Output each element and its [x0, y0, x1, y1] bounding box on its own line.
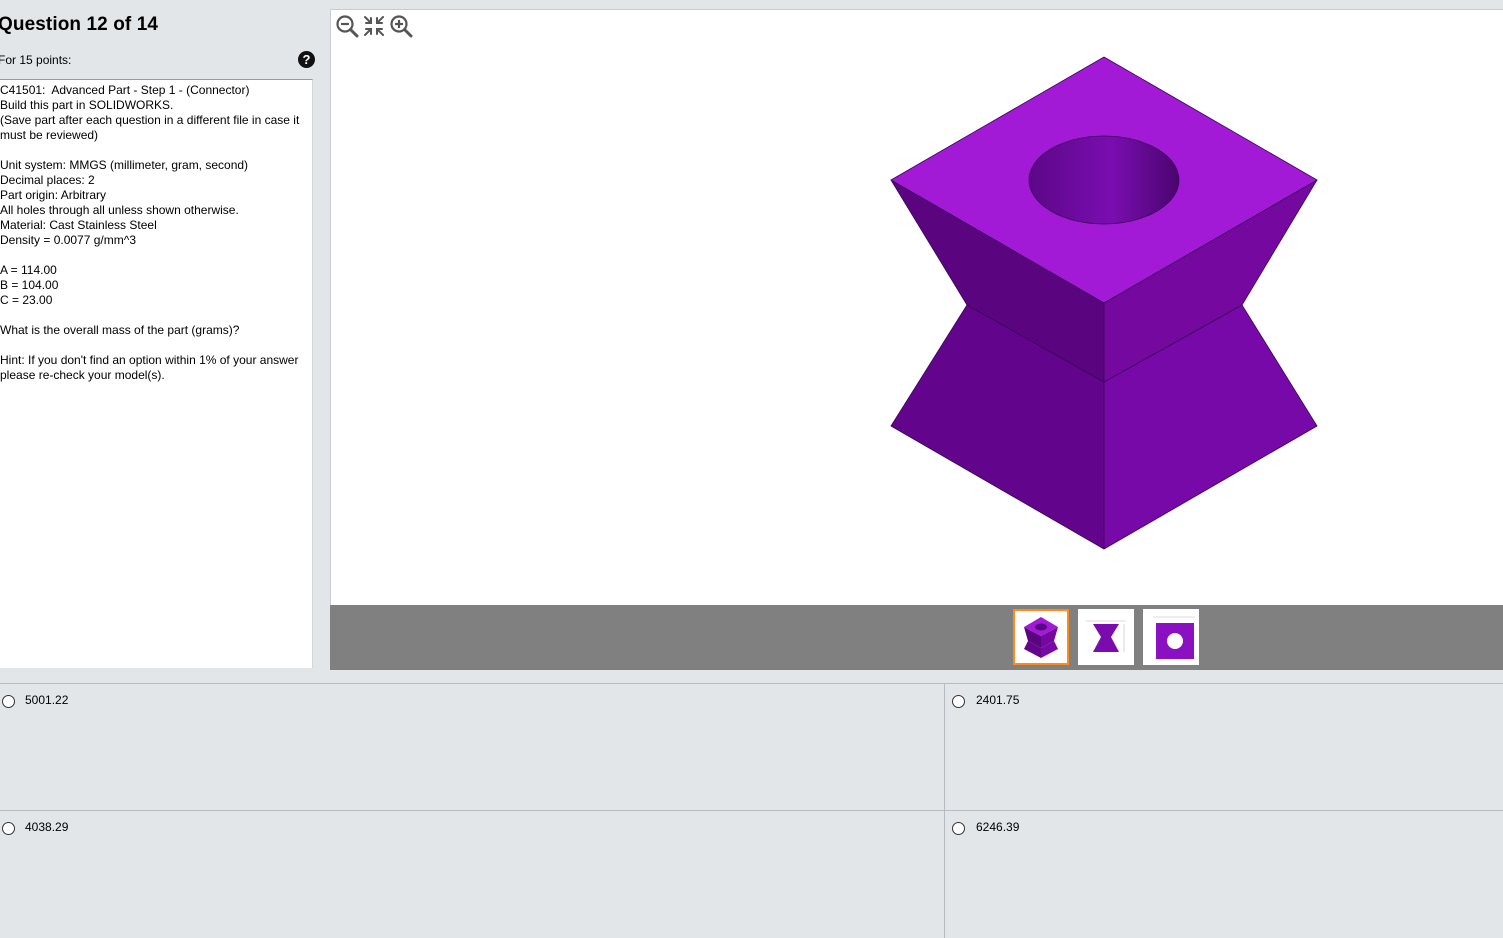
answer-options: 5001.22 2401.75 4038.29 6246.39 — [0, 683, 1503, 938]
front-view-icon — [1086, 620, 1126, 652]
answer-label: 4038.29 — [25, 820, 69, 834]
question-text: C41501: Advanced Part - Step 1 - (Connec… — [0, 79, 313, 668]
points-label: For 15 points: — [0, 53, 72, 67]
question-title: Question 12 of 14 — [0, 14, 159, 35]
front-view-thumbnail[interactable] — [1078, 609, 1134, 665]
connector-3d-model — [890, 56, 1318, 550]
radio-button[interactable] — [952, 822, 965, 835]
view-thumbnail-strip — [330, 605, 1503, 670]
answer-label: 2401.75 — [976, 693, 1020, 707]
answer-option[interactable]: 2401.75 — [945, 684, 1503, 811]
answer-option[interactable]: 5001.22 — [0, 684, 945, 811]
radio-button[interactable] — [2, 822, 15, 835]
radio-button[interactable] — [2, 695, 15, 708]
model-viewer[interactable] — [330, 9, 1503, 605]
isometric-view-icon — [1024, 617, 1058, 658]
top-view-thumbnail[interactable] — [1143, 609, 1199, 665]
question-mark-icon[interactable]: ? — [298, 51, 315, 68]
isometric-view-thumbnail[interactable] — [1013, 609, 1069, 665]
answer-label: 5001.22 — [25, 693, 69, 707]
answer-option[interactable]: 4038.29 — [0, 811, 945, 938]
top-view-icon — [1153, 616, 1195, 659]
answer-option[interactable]: 6246.39 — [945, 811, 1503, 938]
answer-label: 6246.39 — [976, 820, 1020, 834]
radio-button[interactable] — [952, 695, 965, 708]
